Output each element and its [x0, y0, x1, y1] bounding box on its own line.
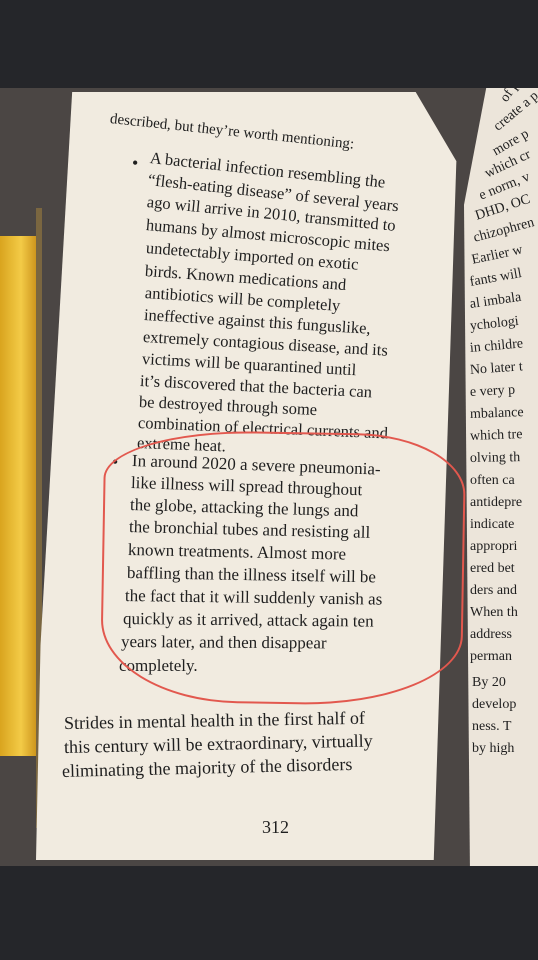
bullet-2-line: completely.: [119, 656, 198, 675]
right-page-line: by high: [472, 741, 515, 756]
bullet-2-line: known treatments. Almost more: [127, 540, 347, 564]
bullet-2-line: quickly as it arrived, attack again ten: [122, 609, 374, 631]
bullet-point: •: [132, 153, 139, 173]
right-page-line: mbalance: [469, 405, 524, 422]
right-page-line: perman: [470, 649, 512, 664]
right-page-line: antidepre: [470, 495, 523, 510]
page-number: 312: [262, 817, 289, 837]
right-page-line: appropri: [470, 539, 518, 554]
right-page-line: By 20: [472, 675, 506, 690]
right-page-line: When th: [470, 605, 518, 620]
right-page-line: ders and: [470, 583, 518, 598]
right-page-line: No later t: [469, 359, 524, 378]
paragraph-line: Strides in mental health in the first ha…: [63, 707, 366, 733]
right-page-line: indicate: [470, 517, 515, 532]
book-cover-edge: [0, 236, 38, 756]
right-page-line: ychologi: [469, 313, 520, 334]
right-page-line: often ca: [470, 473, 515, 488]
right-page-line: Earlier w: [470, 242, 525, 268]
book-photo: of plague create a p more p which cr e n…: [0, 88, 538, 866]
bullet-2-line: baffling than the illness itself will be: [126, 563, 377, 587]
bullet-2-line: years later, and then disappear: [120, 632, 327, 653]
right-page-line: fants will: [468, 266, 523, 290]
bullet-point: •: [112, 452, 119, 472]
right-page-line: al imbala: [468, 289, 523, 312]
right-page-line: ness. T: [472, 719, 512, 734]
right-page: of plague create a p more p which cr e n…: [464, 88, 538, 866]
right-page-line: olving th: [469, 450, 521, 466]
right-page-line: which tre: [469, 427, 523, 444]
right-page-line: address: [470, 627, 512, 642]
right-page-line: develop: [472, 697, 517, 712]
right-page-line: ered bet: [470, 561, 515, 576]
bullet-2-line: the fact that it will suddenly vanish as: [124, 586, 383, 609]
right-page-line: in childre: [469, 336, 524, 356]
right-page-line: e very p: [469, 382, 516, 400]
